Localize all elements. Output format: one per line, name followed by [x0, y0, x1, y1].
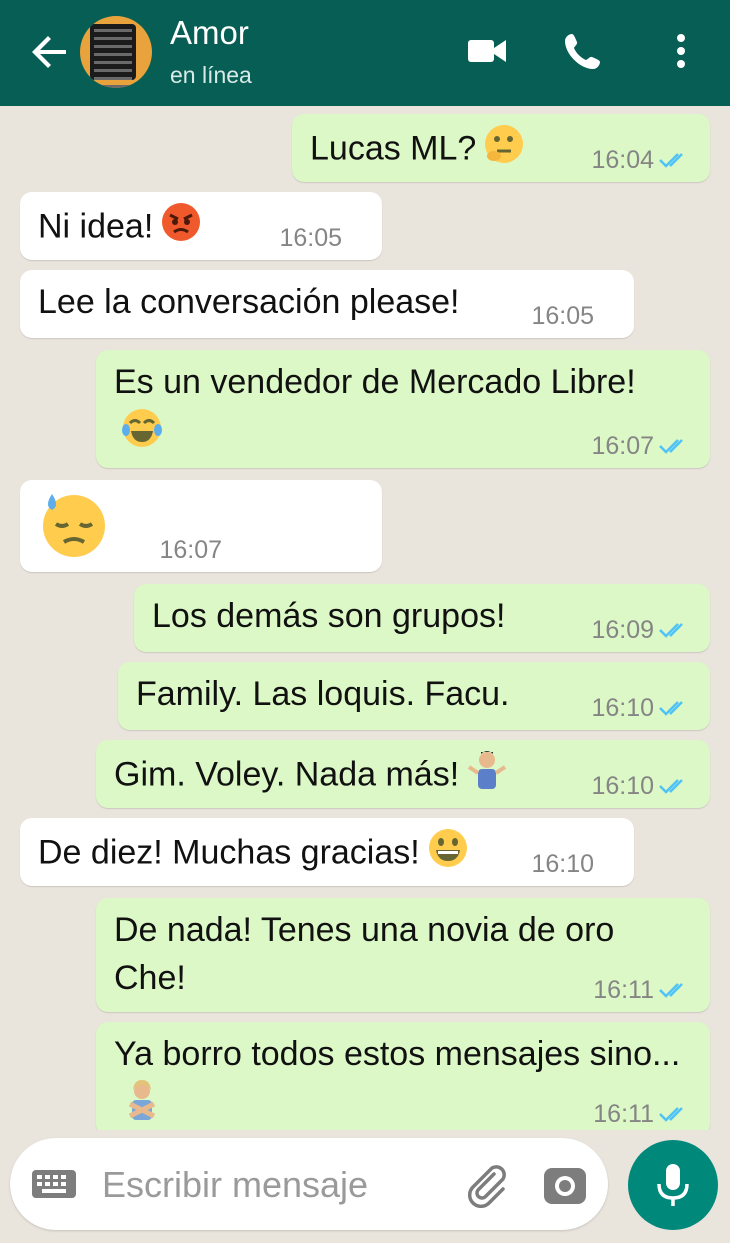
gesturing-no-woman-icon — [120, 1078, 164, 1130]
message-input-bar: Escribir mensaje — [10, 1138, 608, 1230]
message-bubble-outgoing[interactable]: Lucas ML? 16:04 — [292, 114, 710, 182]
video-call-icon[interactable] — [464, 28, 510, 74]
message-time: 16:11 — [593, 1100, 654, 1128]
message-time: 16:05 — [279, 224, 342, 252]
tears-of-joy-face-icon — [120, 406, 164, 463]
message-bubble-incoming[interactable]: Ni idea! 16:05 — [20, 192, 382, 260]
message-bubble-outgoing[interactable]: Family. Las loquis. Facu. 16:10 — [118, 662, 710, 730]
message-text: Lucas ML? — [310, 129, 477, 168]
message-time: 16:10 — [531, 850, 594, 878]
read-ticks-icon — [659, 1107, 683, 1122]
camera-icon[interactable] — [540, 1160, 590, 1210]
mic-icon — [657, 1164, 689, 1206]
keyboard-icon[interactable] — [30, 1166, 78, 1202]
message-text: Ni idea! — [38, 207, 154, 246]
message-bubble-outgoing[interactable]: Es un vendedor de Mercado Libre! 16:07 — [96, 350, 710, 468]
contact-avatar[interactable] — [80, 16, 152, 88]
read-ticks-icon — [659, 623, 683, 638]
message-text: De diez! Muchas gracias! — [38, 833, 420, 872]
message-text: Ya borro todos estos mensajes sino... — [114, 1035, 681, 1073]
message-text: Gim. Voley. Nada más! — [114, 755, 460, 794]
mic-button[interactable] — [628, 1140, 718, 1230]
message-bubble-incoming[interactable]: 16:07 — [20, 480, 382, 572]
message-bubble-outgoing[interactable]: De nada! Tenes una novia de oro Che! 16:… — [96, 898, 710, 1012]
message-bubble-incoming[interactable]: De diez! Muchas gracias! 16:10 — [20, 818, 634, 886]
message-time: 16:04 — [591, 146, 654, 174]
message-input[interactable]: Escribir mensaje — [102, 1164, 368, 1206]
message-bubble-outgoing[interactable]: Gim. Voley. Nada más! 16:10 — [96, 740, 710, 808]
more-vert-icon[interactable] — [658, 28, 704, 74]
message-bubble-outgoing[interactable]: Los demás son grupos! 16:09 — [134, 584, 710, 652]
message-text: Es un vendedor de Mercado Libre! — [114, 363, 636, 401]
message-bubble-outgoing[interactable]: Ya borro todos estos mensajes sino... 16… — [96, 1022, 710, 1130]
message-bubble-incoming[interactable]: Lee la conversación please! 16:05 — [20, 270, 634, 338]
shrugging-man-icon — [465, 748, 509, 805]
read-ticks-icon — [659, 779, 683, 794]
read-ticks-icon — [659, 153, 683, 168]
read-ticks-icon — [659, 983, 683, 998]
read-ticks-icon — [659, 701, 683, 716]
attach-clip-icon[interactable] — [462, 1160, 510, 1209]
message-time: 16:10 — [591, 772, 654, 800]
thinking-face-icon — [482, 122, 526, 179]
read-ticks-icon — [659, 439, 683, 454]
contact-status: en línea — [170, 62, 252, 88]
message-list[interactable]: Lucas ML? 16:04 Ni idea! 16:05 Lee la co… — [0, 106, 730, 1130]
message-time: 16:09 — [591, 616, 654, 644]
message-time: 16:07 — [159, 536, 222, 564]
message-time: 16:07 — [591, 432, 654, 460]
message-time: 16:11 — [593, 976, 654, 1004]
grinning-face-icon — [426, 826, 470, 883]
back-arrow-icon[interactable] — [28, 30, 72, 74]
message-text: Los demás son grupos! — [152, 597, 506, 635]
contact-name[interactable]: Amor — [170, 14, 249, 52]
message-time: 16:05 — [531, 302, 594, 330]
message-time: 16:10 — [591, 694, 654, 722]
angry-face-icon — [159, 200, 203, 257]
message-text: Family. Las loquis. Facu. — [136, 675, 510, 713]
chat-header: Amor en línea — [0, 0, 730, 106]
downcast-sweat-face-icon — [38, 488, 110, 573]
phone-icon[interactable] — [560, 28, 606, 74]
message-text: Lee la conversación please! — [38, 283, 460, 321]
